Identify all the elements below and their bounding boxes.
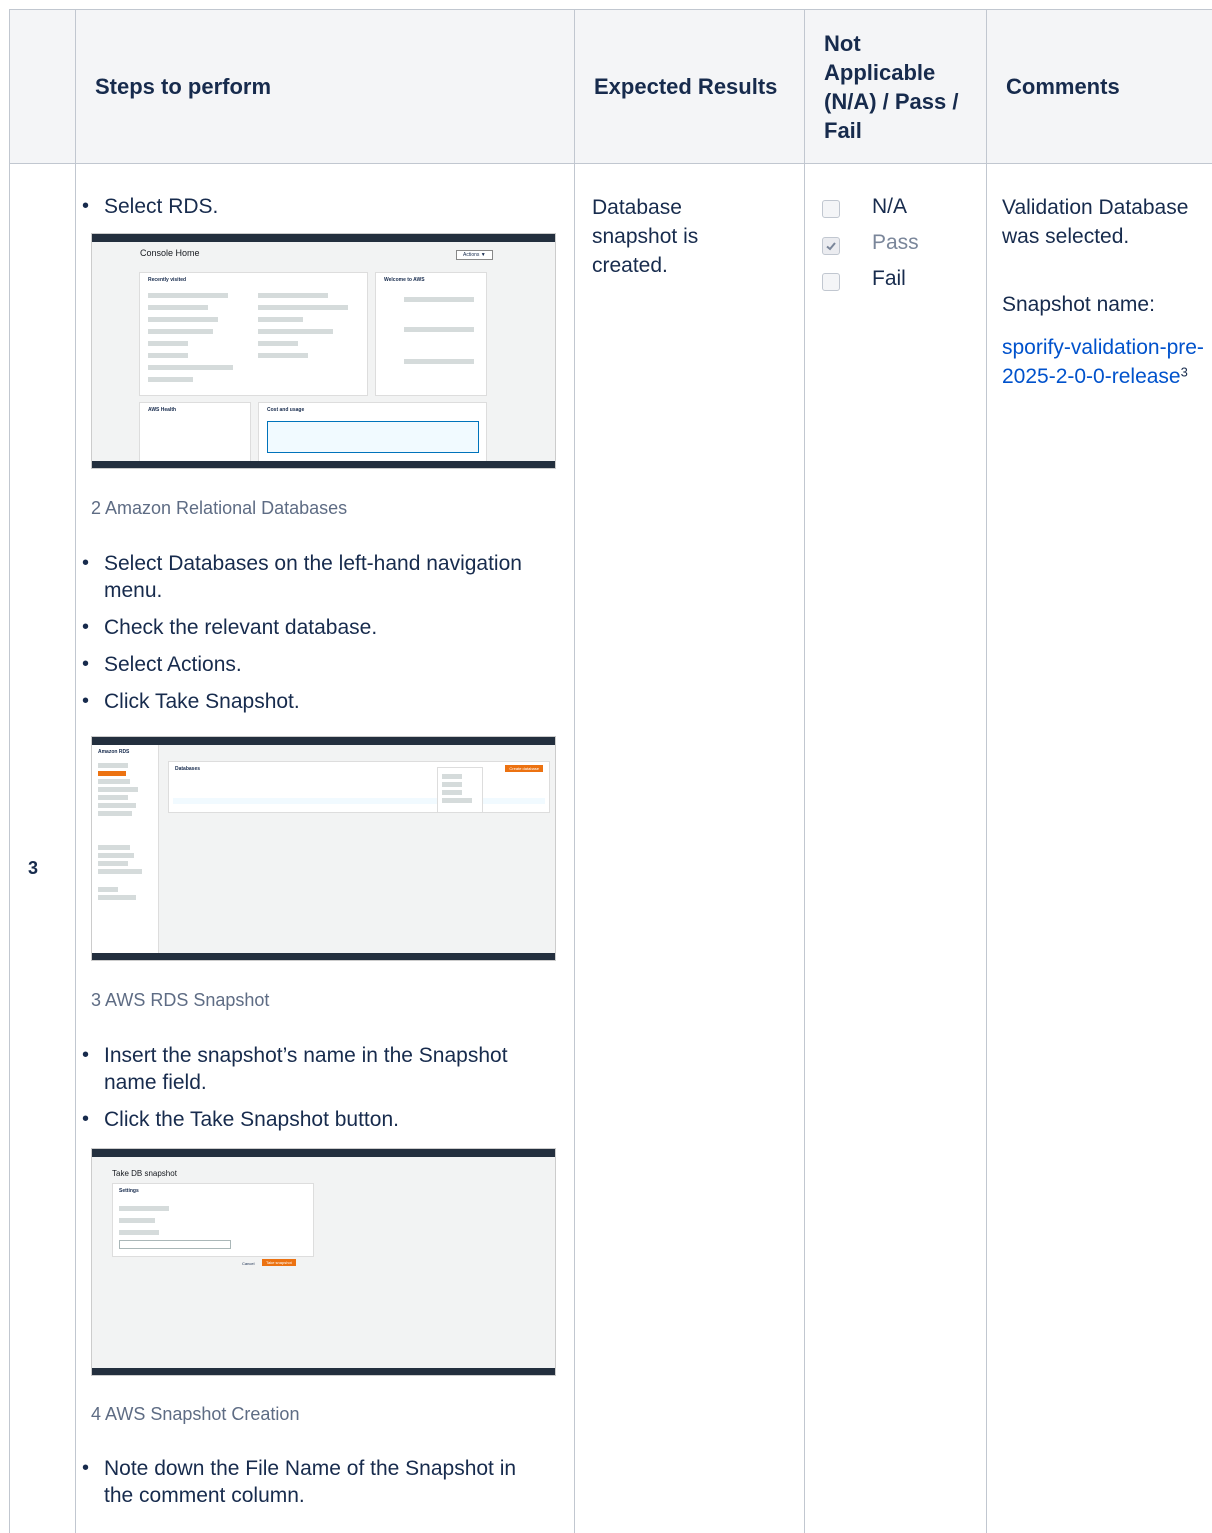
health-title: AWS Health <box>148 407 177 413</box>
header-comments: Comments <box>1006 74 1120 99</box>
snapshot-name-link[interactable]: sporify-validation-pre-2025-2-0-0-releas… <box>1002 336 1204 388</box>
step-item: Insert the snapshot’s name in the Snapsh… <box>82 1042 551 1096</box>
checkbox-pass[interactable] <box>822 237 840 255</box>
checkbox-fail[interactable] <box>822 273 840 291</box>
actions-button: Actions ▼ <box>456 250 493 260</box>
step-item: Check the relevant database. <box>82 614 551 641</box>
cancel-button: Cancel <box>242 1261 255 1266</box>
col-number <box>10 10 76 1533</box>
caption-2: 3 AWS RDS Snapshot <box>91 990 270 1010</box>
snapshot-title: Take DB snapshot <box>112 1169 177 1178</box>
row-number: 3 <box>28 858 39 878</box>
console-home-screenshot: Console Home Actions ▼ Recently visited … <box>91 233 556 469</box>
step-item: Select Databases on the left-hand naviga… <box>82 550 551 604</box>
header-expected: Expected Results <box>594 74 778 99</box>
option-na-label: N/A <box>872 195 908 218</box>
steps-group-4: Note down the File Name of the Snapshot … <box>82 1455 551 1519</box>
cost-title: Cost and usage <box>267 407 305 413</box>
create-database-button: Create database <box>505 765 543 772</box>
step-item: Select Actions. <box>82 651 551 678</box>
rds-sidebar-title: Amazon RDS <box>98 749 130 755</box>
take-snapshot-button: Take snapshot <box>262 1259 296 1266</box>
take-snapshot-screenshot: Take DB snapshot Settings Cancel Take sn… <box>91 1148 556 1376</box>
step-item: Click the Take Snapshot button. <box>82 1106 551 1133</box>
comment-text: Validation Database was selected. <box>1002 196 1189 248</box>
steps-group-2: Select Databases on the left-hand naviga… <box>82 550 551 725</box>
footnote-ref: 3 <box>1180 364 1188 380</box>
option-fail-label: Fail <box>872 267 906 290</box>
step-item: Select RDS. <box>82 193 551 220</box>
header-status: Not Applicable (N/A) / Pass / Fail <box>824 30 959 143</box>
steps-group-1: Select RDS. <box>82 193 551 230</box>
steps-group-3: Insert the snapshot’s name in the Snapsh… <box>82 1042 551 1143</box>
console-title: Console Home <box>140 248 200 258</box>
rds-databases-screenshot: Amazon RDS Databases Create database <box>91 736 556 961</box>
rds-panel-title: Databases <box>175 766 201 772</box>
checkbox-na[interactable] <box>822 200 840 218</box>
caption-3: 4 AWS Snapshot Creation <box>91 1404 300 1424</box>
welcome-title: Welcome to AWS <box>384 277 425 283</box>
step-item: Click Take Snapshot. <box>82 688 551 715</box>
option-pass-label: Pass <box>872 231 919 254</box>
recent-title: Recently visited <box>148 277 187 283</box>
caption-1: 2 Amazon Relational Databases <box>91 498 348 518</box>
snapshot-settings-title: Settings <box>119 1188 139 1194</box>
step-item: Note down the File Name of the Snapshot … <box>82 1455 551 1509</box>
expected-result: Database snapshot is created. <box>592 196 699 277</box>
snapshot-name-label: Snapshot name: <box>1002 293 1155 316</box>
check-icon <box>826 242 836 251</box>
header-steps: Steps to perform <box>95 74 272 99</box>
